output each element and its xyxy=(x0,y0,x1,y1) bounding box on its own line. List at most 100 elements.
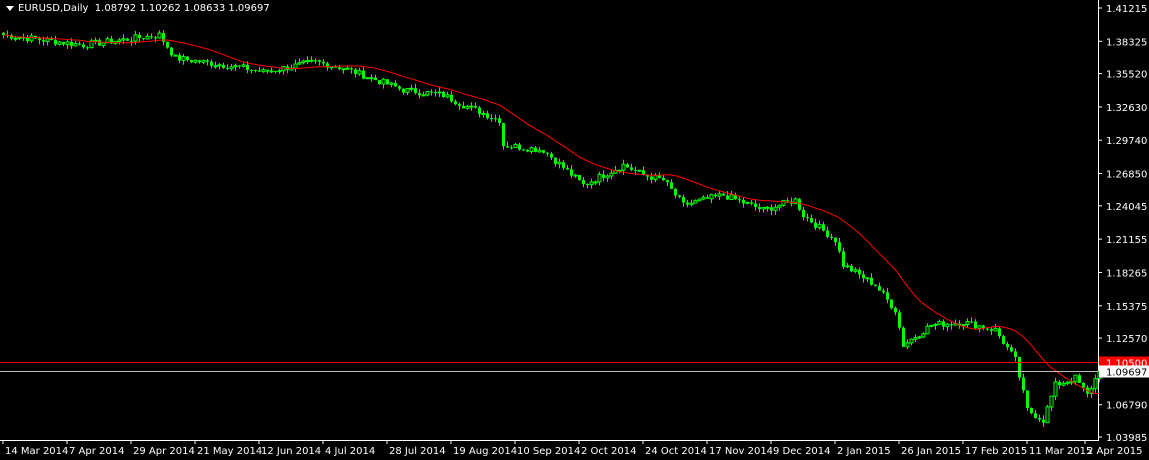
candle-bull xyxy=(729,194,734,201)
candle-bull xyxy=(305,60,310,63)
candle-bear xyxy=(886,292,889,300)
candle-bear xyxy=(246,64,249,70)
candle-bear xyxy=(526,149,529,152)
candle-bull xyxy=(961,324,966,327)
candle-bull xyxy=(597,173,602,183)
candle-bear xyxy=(754,203,757,208)
candle-bull xyxy=(121,38,126,41)
candle-bear xyxy=(458,104,461,106)
candle-bear xyxy=(902,327,905,347)
candle-bear xyxy=(1010,347,1013,352)
candle-bear xyxy=(274,70,277,72)
candle-bear xyxy=(534,147,537,152)
candle-bull xyxy=(777,204,782,208)
candle-bull xyxy=(381,78,386,85)
candle-bull xyxy=(853,269,858,272)
candle-bear xyxy=(974,321,977,329)
candle-bull xyxy=(13,37,18,40)
candle-bull xyxy=(933,323,938,326)
candle-bull xyxy=(909,338,914,344)
candle-bear xyxy=(374,77,377,81)
candle-bull xyxy=(145,35,150,40)
x-tick-label: 17 Nov 2014 xyxy=(709,446,773,457)
candle-bull xyxy=(925,325,930,335)
candle-bear xyxy=(486,113,489,119)
x-tick-label: 2 Oct 2014 xyxy=(581,446,636,457)
x-tick-label: 7 Apr 2014 xyxy=(69,446,124,457)
candle-bull xyxy=(261,69,266,73)
x-tick-label: 24 Oct 2014 xyxy=(645,446,707,457)
candle-bull xyxy=(73,43,78,47)
candle-bull xyxy=(1053,381,1058,397)
x-tick-label: 2 Jan 2015 xyxy=(837,446,891,457)
candle-bull xyxy=(781,199,786,206)
candle-bear xyxy=(662,177,665,181)
candle-bull xyxy=(445,94,450,98)
candle-bull xyxy=(845,265,850,268)
y-tick-label: 1.38325 xyxy=(1106,37,1147,48)
candle-bear xyxy=(434,92,437,94)
candle-bull xyxy=(653,174,658,181)
candle-bull xyxy=(469,105,474,108)
candle-bear xyxy=(882,290,885,293)
candle-bull xyxy=(709,194,714,200)
candle-bear xyxy=(566,167,569,170)
candle-bear xyxy=(338,67,341,70)
candle-bull xyxy=(717,193,722,197)
candle-bull xyxy=(29,35,34,42)
candle-bear xyxy=(190,60,193,63)
candle-bear xyxy=(314,60,317,62)
candle-bull xyxy=(745,201,750,204)
candle-bull xyxy=(693,200,698,204)
y-tick-label: 1.21155 xyxy=(1106,235,1147,246)
candle-bear xyxy=(834,237,837,243)
x-tick-label: 19 Aug 2014 xyxy=(453,446,517,457)
candle-bear xyxy=(498,118,501,124)
y-tick-label: 1.26850 xyxy=(1106,170,1147,181)
candle-bear xyxy=(394,83,397,87)
candle-bear xyxy=(942,321,945,327)
candle-bull xyxy=(945,323,950,328)
candle-bull xyxy=(817,223,822,229)
candle-bull xyxy=(389,82,394,85)
dropdown-triangle-icon[interactable] xyxy=(6,5,14,11)
candle-bull xyxy=(573,174,578,177)
y-tick-label: 1.03985 xyxy=(1106,433,1147,444)
candle-bull xyxy=(593,181,598,184)
candle-bear xyxy=(478,107,481,115)
candle-bear xyxy=(970,321,973,323)
x-tick-label: 11 Mar 2015 xyxy=(1029,446,1092,457)
chart-header: EURUSD,Daily 1.08792 1.10262 1.08633 1.0… xyxy=(6,3,270,14)
candle-bull xyxy=(117,39,122,42)
candle-bear xyxy=(206,60,209,62)
price-chart[interactable]: 1.41215 1.38325 1.35520 1.32630 1.29740 1.268… xyxy=(0,0,1149,460)
candle-bear xyxy=(626,164,629,168)
candle-bull xyxy=(173,54,178,57)
x-tick-label: 21 May 2014 xyxy=(197,446,262,457)
candle-bear xyxy=(1038,417,1041,420)
candle-bear xyxy=(430,91,433,93)
candle-bull xyxy=(913,337,918,340)
candle-bull xyxy=(181,56,186,61)
candle-bear xyxy=(798,198,801,210)
candle-bear xyxy=(806,217,809,219)
candle-bear xyxy=(634,169,637,171)
candle-bull xyxy=(905,342,910,348)
candle-bear xyxy=(490,118,493,120)
candle-bear xyxy=(810,217,813,223)
candle-bull xyxy=(341,68,346,71)
candle-bull xyxy=(213,65,218,68)
candle-bear xyxy=(138,34,141,39)
candle-bear xyxy=(950,324,953,326)
candle-bull xyxy=(609,172,614,177)
candle-bull xyxy=(1093,378,1098,390)
candle-bull xyxy=(529,147,534,152)
candle-bull xyxy=(409,87,414,90)
candle-bear xyxy=(318,60,321,62)
candle-bull xyxy=(637,169,642,172)
candle-bear xyxy=(178,55,181,61)
candle-bull xyxy=(269,70,274,73)
candle-bear xyxy=(502,123,505,147)
candle-bull xyxy=(241,64,246,67)
candle-bull xyxy=(1073,374,1078,383)
